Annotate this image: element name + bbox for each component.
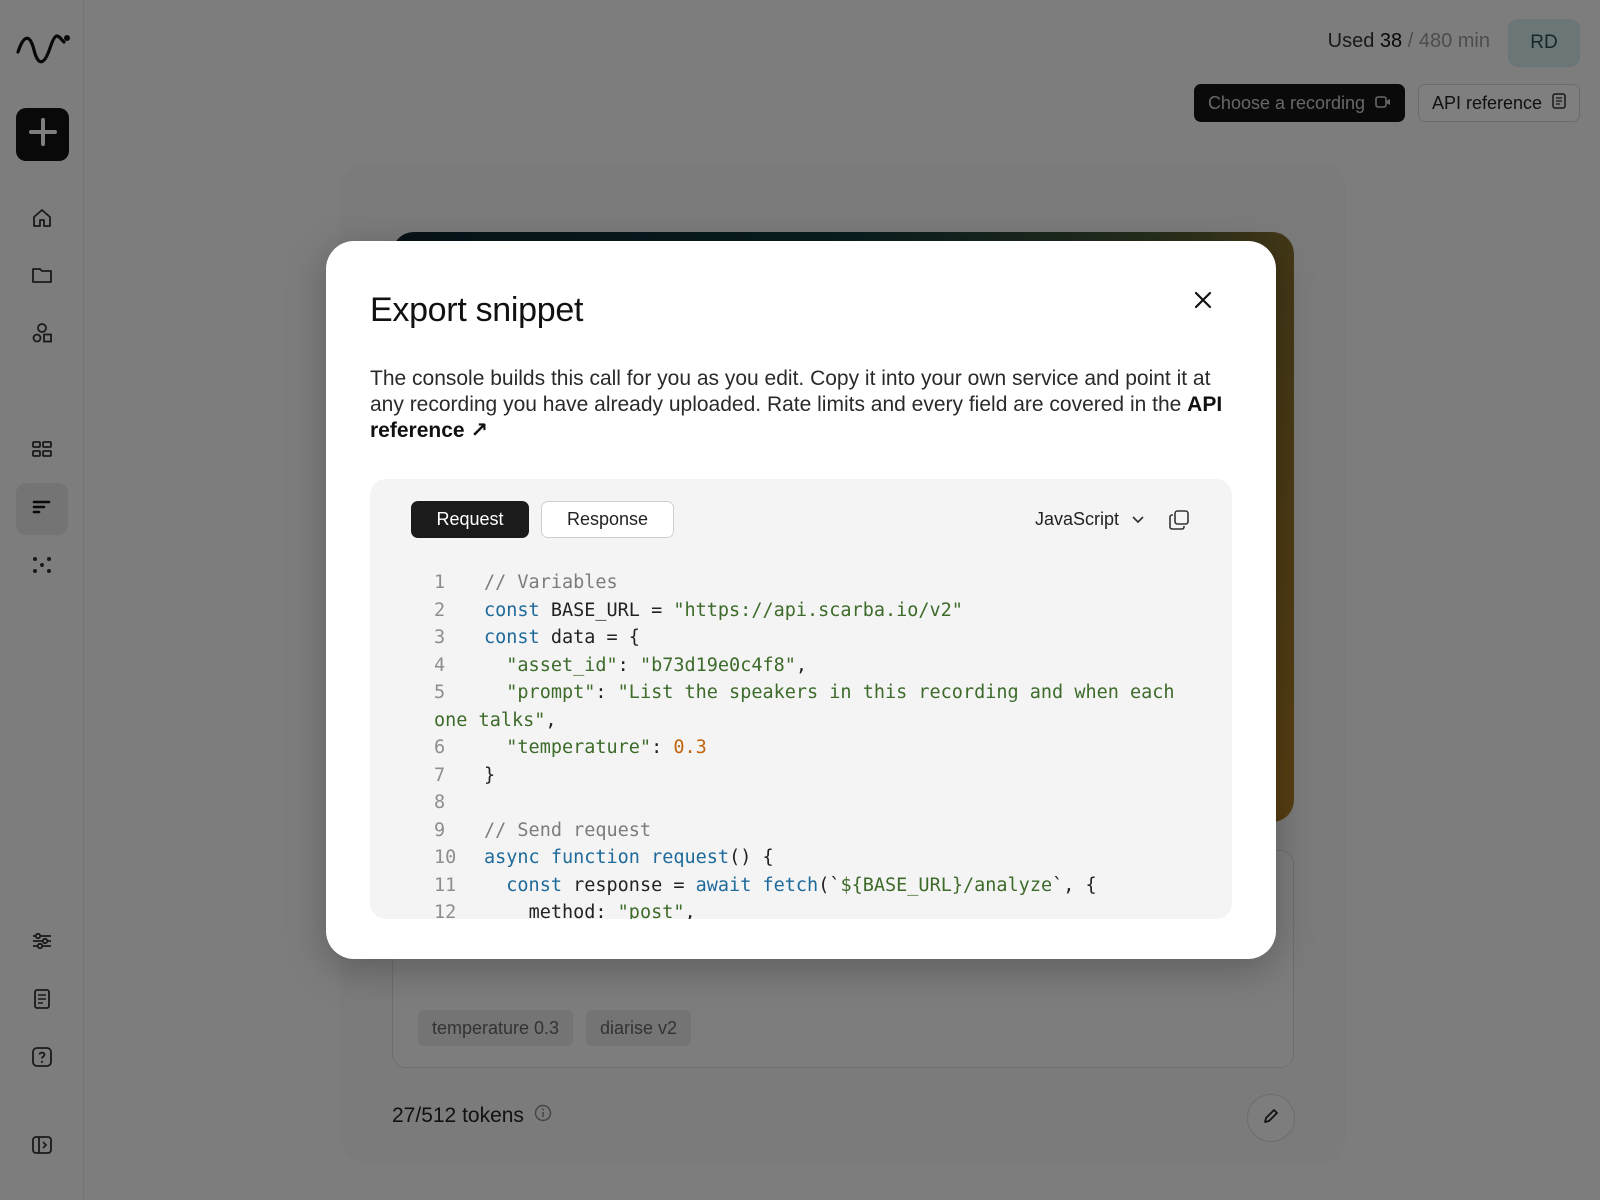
line-number: 5 — [434, 682, 446, 703]
code-token: "b73d19e0c4f8" — [639, 654, 796, 676]
code-line: 8 — [434, 789, 1214, 817]
line-number: 6 — [434, 737, 446, 758]
description-text: The console builds this call for you as … — [370, 367, 1211, 416]
code-token: "List the speakers in this recording and… — [617, 682, 1175, 703]
code-token: : — [617, 654, 640, 676]
code-line: 1 // Variables — [434, 569, 1214, 597]
code-line: 5 "prompt": "List the speakers in this r… — [434, 679, 1214, 707]
dialog-description: The console builds this call for you as … — [370, 366, 1240, 444]
code-token: const — [484, 599, 540, 621]
code-line: 2 const BASE_URL = "https://api.scarba.io… — [434, 597, 1214, 625]
line-number: 3 — [434, 627, 446, 648]
external-link-icon: ↗ — [470, 419, 489, 442]
code-token: fetch — [762, 874, 819, 896]
export-snippet-dialog: Export snippet The console builds this c… — [326, 241, 1276, 959]
code-token: , — [795, 654, 808, 676]
chevron-down-icon — [1131, 509, 1145, 530]
line-number: 7 — [434, 764, 446, 786]
language-select[interactable]: JavaScript — [1035, 509, 1145, 530]
line-number: 9 — [434, 819, 446, 841]
copy-button[interactable] — [1168, 509, 1192, 533]
code-token: : — [595, 902, 618, 919]
code-token: // Send request — [484, 819, 652, 841]
code-token: const — [506, 874, 562, 896]
tab-response[interactable]: Response — [541, 501, 674, 538]
code-token: BASE_URL = — [539, 599, 674, 621]
code-token: , — [684, 902, 696, 919]
code-line: 7} — [434, 762, 1214, 790]
code-token: "https://api.scarba.io/v2" — [673, 599, 963, 621]
code-block: 1 // Variables 2 const BASE_URL = "https:/… — [434, 569, 1214, 919]
code-token: (` — [818, 874, 841, 896]
close-button[interactable] — [1188, 287, 1218, 317]
line-number: 10 — [434, 847, 457, 868]
code-line: 3 const data = { — [434, 624, 1214, 652]
code-token: response = — [561, 874, 696, 896]
line-number: 2 — [434, 599, 446, 621]
line-number: 11 — [434, 874, 457, 896]
code-token: const — [484, 627, 540, 648]
code-token: one talks" — [434, 709, 546, 731]
line-number: 12 — [434, 902, 457, 919]
code-line: 11 const response = await fetch(`${BASE_… — [434, 872, 1214, 900]
dialog-title: Export snippet — [370, 291, 584, 329]
line-number: 1 — [434, 572, 446, 593]
code-line: 9 // Send request — [434, 817, 1214, 845]
code-line: 12 method: "post", — [434, 899, 1214, 919]
code-token: await — [695, 874, 752, 896]
code-token: : — [595, 682, 618, 703]
code-token: "asset_id" — [506, 654, 618, 676]
code-token: 0.3 — [673, 737, 707, 758]
code-line: one talks", — [434, 707, 1214, 735]
close-icon — [1193, 290, 1213, 315]
code-token: } — [484, 764, 496, 786]
code-token: function — [550, 847, 640, 868]
code-token: "temperature" — [506, 737, 652, 758]
code-token: data = { — [539, 627, 640, 648]
code-token: , — [545, 709, 557, 731]
code-token: "post" — [617, 902, 685, 919]
copy-icon — [1168, 510, 1190, 535]
code-panel: Request Response JavaScript 1 // Variable… — [370, 479, 1232, 919]
tab-request[interactable]: Request — [411, 501, 529, 538]
code-token: : — [651, 737, 674, 758]
code-token: method — [528, 902, 596, 919]
code-token: async — [484, 847, 540, 868]
code-line: 6 "temperature": 0.3 — [434, 734, 1214, 762]
code-token: request — [651, 847, 730, 868]
code-line: 4 "asset_id": "b73d19e0c4f8", — [434, 652, 1214, 680]
code-token: // Variables — [484, 572, 618, 593]
code-line: 10 async function request() { — [434, 844, 1214, 872]
code-token: () { — [729, 847, 774, 868]
code-token: ${BASE_URL}/analyze — [840, 874, 1053, 896]
code-token: "prompt" — [506, 682, 596, 703]
line-number: 4 — [434, 654, 446, 676]
code-token: `, { — [1052, 874, 1097, 896]
language-value: JavaScript — [1035, 509, 1120, 529]
line-number: 8 — [434, 792, 446, 813]
